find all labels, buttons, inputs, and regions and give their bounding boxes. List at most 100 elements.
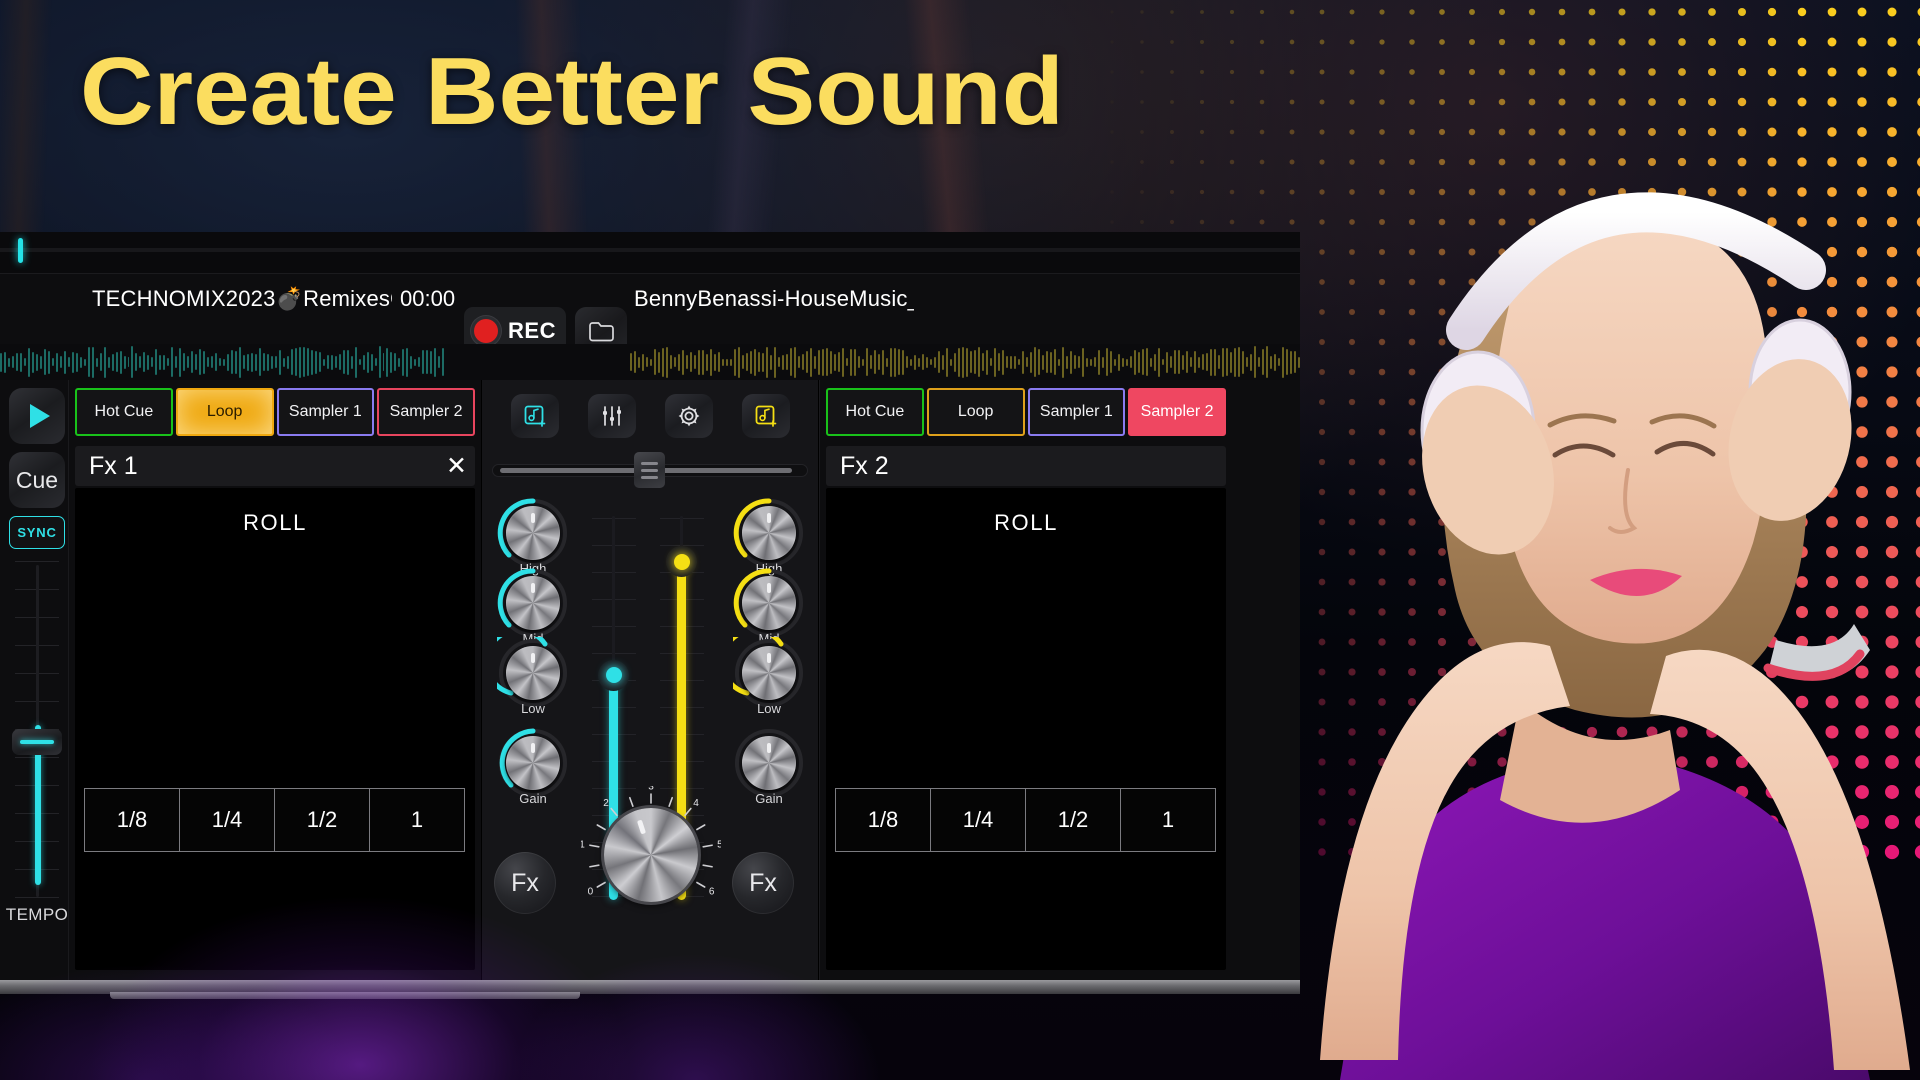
- deck-right-fx-panel: ROLL 1/8 1/4 1/2 1: [826, 488, 1226, 970]
- deck-right-frac-1-4[interactable]: 1/4: [930, 788, 1026, 852]
- deck-right-pad-sampler2[interactable]: Sampler 2: [1128, 388, 1226, 436]
- track-scrubber[interactable]: [0, 232, 1300, 274]
- crossfader[interactable]: [492, 452, 808, 488]
- deck-right-pad-row: Hot Cue Loop Sampler 1 Sampler 2: [826, 388, 1226, 436]
- mixer-icon-row: [482, 380, 818, 438]
- deck-left-fraction-row: 1/8 1/4 1/2 1: [84, 788, 465, 852]
- model-photo: [1220, 0, 1920, 1080]
- load-track-left-icon: [524, 405, 545, 427]
- deck-left-pad-row: Hot Cue Loop Sampler 1 Sampler 2: [75, 388, 475, 436]
- tempo-fader[interactable]: [9, 561, 65, 901]
- left-track-title: TECHNOMIX2023💣RemixesOfPopula: [92, 286, 392, 311]
- eq-low-left[interactable]: Low: [492, 637, 574, 716]
- deck-left-fx-mode: ROLL: [243, 510, 307, 535]
- deck-right-fx-header: Fx 2: [826, 446, 1226, 486]
- deck-left: Hot Cue Loop Sampler 1 Sampler 2 Fx 1 ✕ …: [68, 380, 481, 980]
- tempo-fader-handle[interactable]: [12, 729, 62, 755]
- gain-right[interactable]: Gain: [728, 729, 810, 806]
- eq-high-left[interactable]: High: [492, 498, 574, 576]
- right-track-title: BennyBenassi-HouseMusic_204: [634, 286, 914, 311]
- deck-left-pad-sampler2[interactable]: Sampler 2: [377, 388, 475, 436]
- eq-low-right-label: Low: [757, 701, 781, 716]
- deck-left-fx-panel: ROLL 1/8 1/4 1/2 1: [75, 488, 475, 970]
- deck-right-frac-1[interactable]: 1: [1120, 788, 1216, 852]
- mixer-panel: High Mid Low Gain High Mid Low Gain Fx F…: [481, 380, 819, 980]
- crossfader-handle[interactable]: [634, 452, 665, 488]
- deck-right-fx-mode: ROLL: [994, 510, 1058, 535]
- deck-left-frac-1[interactable]: 1: [369, 788, 465, 852]
- deck-right-fraction-row: 1/8 1/4 1/2 1: [835, 788, 1216, 852]
- eq-column-right: High Mid Low Gain: [728, 498, 810, 806]
- transport-controls: Cue SYNC TEMPO: [0, 380, 68, 980]
- deck-left-fx-title: Fx 1: [89, 451, 138, 480]
- deck-right-pad-sampler1[interactable]: Sampler 1: [1027, 388, 1126, 436]
- load-track-right-icon: [755, 405, 776, 427]
- deck-right: Hot Cue Loop Sampler 1 Sampler 2 Fx 2 RO…: [819, 380, 1232, 980]
- gain-left-knob[interactable]: [506, 736, 560, 790]
- equalizer-icon: [602, 406, 621, 426]
- sync-label: SYNC: [17, 525, 57, 540]
- tempo-label: TEMPO: [5, 905, 69, 924]
- deck-right-fx-title: Fx 2: [840, 451, 889, 480]
- deck-right-frac-1-8[interactable]: 1/8: [835, 788, 931, 852]
- track-time: 00:00: [400, 286, 456, 311]
- right-waveform[interactable]: [630, 344, 1300, 380]
- play-icon: [29, 404, 50, 428]
- eq-high-right-knob[interactable]: [742, 506, 796, 560]
- record-label: REC: [508, 318, 556, 343]
- deck-right-frac-1-2[interactable]: 1/2: [1025, 788, 1121, 852]
- record-dot-icon: [474, 319, 499, 343]
- volume-left-handle[interactable]: [598, 659, 629, 691]
- eq-column-left: High Mid Low Gain: [492, 498, 574, 806]
- tempo-fader-group: TEMPO: [5, 561, 69, 980]
- deck-right-pad-loop[interactable]: Loop: [926, 388, 1025, 436]
- folder-icon: [588, 321, 614, 341]
- cue-button[interactable]: Cue: [9, 452, 65, 508]
- deck-right-pad-hotcue[interactable]: Hot Cue: [826, 388, 924, 436]
- left-waveform[interactable]: [0, 344, 445, 380]
- eq-mid-left-knob[interactable]: [506, 576, 560, 630]
- settings-button[interactable]: [664, 394, 713, 438]
- eq-mid-right-knob[interactable]: [742, 576, 796, 630]
- decks-container: Cue SYNC TEMPO Hot Cue Loop Sampler 1 Sa…: [0, 380, 1300, 980]
- scrubber-playhead[interactable]: [18, 238, 23, 263]
- fx-button-left[interactable]: Fx: [494, 852, 556, 914]
- master-knob[interactable]: [604, 808, 698, 902]
- sync-button[interactable]: SYNC: [9, 516, 65, 549]
- deck-left-pad-hotcue[interactable]: Hot Cue: [75, 388, 173, 436]
- eq-mid-right[interactable]: Mid: [728, 568, 810, 646]
- close-icon[interactable]: ✕: [446, 453, 467, 479]
- app-screenshot: Create Better Sound TECHNOMIX2023💣Remixe…: [0, 0, 1920, 1080]
- gain-right-knob[interactable]: [742, 736, 796, 790]
- eq-mid-left[interactable]: Mid: [492, 568, 574, 646]
- mixer-controls-grid: High Mid Low Gain High Mid Low Gain Fx F…: [482, 498, 818, 922]
- page-title: Create Better Sound: [80, 38, 1064, 145]
- deck-left-pad-sampler1[interactable]: Sampler 1: [276, 388, 375, 436]
- svg-text:6: 6: [709, 887, 715, 898]
- deck-left-frac-1-8[interactable]: 1/8: [84, 788, 180, 852]
- gain-left[interactable]: Gain: [492, 728, 574, 806]
- deck-header-bar: TECHNOMIX2023💣RemixesOfPopula 00:00 REC …: [0, 274, 1300, 355]
- gear-icon: [678, 405, 699, 427]
- svg-text:0: 0: [588, 887, 594, 898]
- eq-high-right[interactable]: High: [728, 498, 810, 576]
- svg-text:2: 2: [603, 798, 609, 809]
- eq-low-left-label: Low: [521, 701, 545, 716]
- equalizer-button[interactable]: [587, 394, 636, 438]
- eq-low-right-knob[interactable]: [742, 646, 796, 700]
- deck-left-frac-1-4[interactable]: 1/4: [179, 788, 275, 852]
- deck-left-pad-loop[interactable]: Loop: [175, 388, 274, 436]
- svg-text:1: 1: [581, 839, 585, 850]
- eq-low-right[interactable]: Low: [728, 637, 810, 716]
- eq-high-left-knob[interactable]: [506, 506, 560, 560]
- svg-text:5: 5: [717, 839, 721, 850]
- load-track-right-button[interactable]: [741, 394, 790, 438]
- scrubber-track: [0, 248, 1300, 252]
- fx-button-right[interactable]: Fx: [732, 852, 794, 914]
- master-knob-group[interactable]: 0 1 2 3 4 5 6: [581, 786, 721, 926]
- eq-low-left-knob[interactable]: [506, 646, 560, 700]
- play-button[interactable]: [9, 388, 65, 444]
- deck-left-fx-header: Fx 1 ✕: [75, 446, 475, 486]
- deck-left-frac-1-2[interactable]: 1/2: [274, 788, 370, 852]
- load-track-left-button[interactable]: [510, 394, 559, 438]
